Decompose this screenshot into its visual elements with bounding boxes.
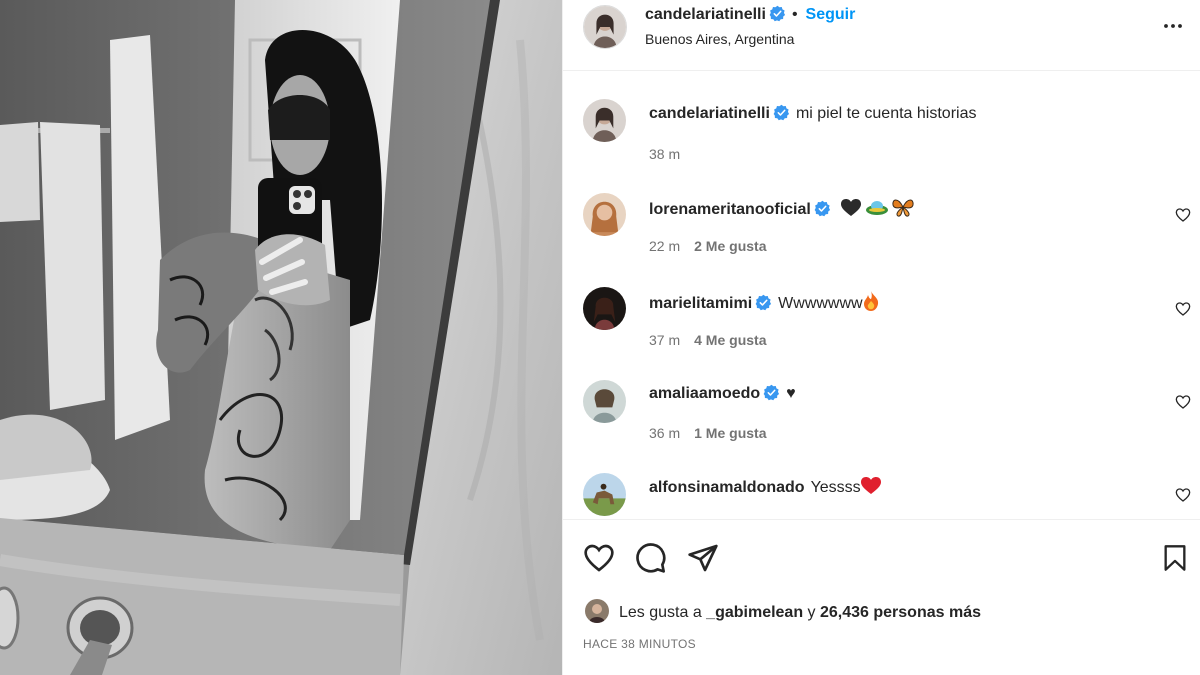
like-comment-icon[interactable] bbox=[1175, 207, 1191, 223]
caption-text: mi piel te cuenta historias bbox=[795, 105, 977, 122]
comments-list[interactable]: candelariatinelli mi piel te cuenta histo… bbox=[563, 71, 1200, 519]
likes-middle: y bbox=[803, 604, 820, 621]
post-photo bbox=[0, 0, 562, 675]
post-header: candelariatinelli • Seguir Buenos Aires, A… bbox=[563, 0, 1200, 71]
verified-badge-icon bbox=[773, 104, 790, 121]
comment-username[interactable]: marielitamimi bbox=[649, 295, 752, 312]
comment-likes[interactable]: 1 Me gusta bbox=[694, 425, 766, 441]
comment-time: 36 m bbox=[649, 425, 681, 441]
like-heart-icon[interactable] bbox=[583, 542, 615, 574]
comment-meta: 22 m 2 Me gusta bbox=[649, 238, 766, 254]
post-details-panel: candelariatinelli • Seguir Buenos Aires, A… bbox=[562, 0, 1200, 675]
comment-bubble-icon[interactable] bbox=[635, 542, 667, 574]
verified-badge-icon bbox=[769, 5, 786, 22]
comment-text: Yessss bbox=[810, 479, 861, 496]
red-heart-emoji-icon bbox=[860, 477, 881, 500]
like-comment-icon[interactable] bbox=[1175, 487, 1191, 503]
like-comment-icon[interactable] bbox=[1175, 301, 1191, 317]
butterfly-emoji-icon bbox=[892, 197, 914, 222]
comment-username[interactable]: amaliaamoedo bbox=[649, 385, 760, 402]
comment-username[interactable]: alfonsinamaldonado bbox=[649, 479, 805, 496]
comment-text: ♥ bbox=[786, 385, 796, 402]
comment-line: marielitamimi Wwwwwww bbox=[649, 291, 879, 316]
fire-emoji-icon bbox=[863, 291, 879, 316]
post-timestamp[interactable]: HACE 38 MINUTOS bbox=[583, 637, 696, 651]
more-horizontal-icon[interactable] bbox=[1161, 14, 1185, 38]
comment-likes[interactable]: 4 Me gusta bbox=[694, 332, 766, 348]
commenter-avatar[interactable] bbox=[583, 287, 626, 330]
liker-username[interactable]: _gabimelean bbox=[706, 604, 803, 621]
share-paper-plane-icon[interactable] bbox=[687, 542, 719, 574]
author-username[interactable]: candelariatinelli bbox=[645, 6, 766, 23]
comment-meta: 37 m 4 Me gusta bbox=[649, 332, 766, 348]
black-heart-emoji-icon bbox=[841, 199, 862, 222]
likes-prefix: Les gusta a bbox=[619, 604, 707, 621]
save-bookmark-icon[interactable] bbox=[1161, 542, 1189, 574]
commenter-avatar[interactable] bbox=[583, 380, 626, 423]
separator-dot: • bbox=[791, 6, 798, 23]
caption-line: candelariatinelli mi piel te cuenta histo… bbox=[649, 104, 976, 123]
commenter-avatar[interactable] bbox=[583, 473, 626, 516]
flying-saucer-emoji-icon bbox=[865, 199, 888, 222]
comment-text: Wwwwwww bbox=[778, 295, 863, 312]
likes-count[interactable]: 26,436 personas más bbox=[820, 604, 981, 621]
commenter-avatar[interactable] bbox=[583, 193, 626, 236]
comment-likes[interactable]: 2 Me gusta bbox=[694, 238, 766, 254]
liker-avatar[interactable] bbox=[585, 599, 609, 623]
like-comment-icon[interactable] bbox=[1175, 394, 1191, 410]
comment-line: lorenameritanooficial bbox=[649, 197, 914, 222]
header-author-line: candelariatinelli • Seguir bbox=[645, 5, 855, 24]
post-location[interactable]: Buenos Aires, Argentina bbox=[645, 31, 794, 47]
likes-summary[interactable]: Les gusta a _gabimelean y 26,436 persona… bbox=[585, 599, 981, 623]
comment-time: 37 m bbox=[649, 332, 681, 348]
caption-avatar[interactable] bbox=[583, 99, 626, 142]
verified-badge-icon bbox=[814, 200, 830, 217]
comment-meta: 36 m 1 Me gusta bbox=[649, 425, 766, 441]
comment-time: 22 m bbox=[649, 238, 681, 254]
comment-line: amaliaamoedo ♥ bbox=[649, 384, 796, 403]
verified-badge-icon bbox=[755, 294, 772, 311]
post-actions: Les gusta a _gabimelean y 26,436 persona… bbox=[563, 519, 1200, 675]
follow-button[interactable]: Seguir bbox=[806, 6, 856, 23]
comment-line: alfonsinamaldonado Yessss bbox=[649, 477, 881, 500]
author-avatar[interactable] bbox=[583, 5, 627, 49]
caption-username[interactable]: candelariatinelli bbox=[649, 105, 770, 122]
comment-username[interactable]: lorenameritanooficial bbox=[649, 201, 811, 218]
caption-time: 38 m bbox=[649, 146, 681, 162]
verified-badge-icon bbox=[763, 384, 780, 401]
